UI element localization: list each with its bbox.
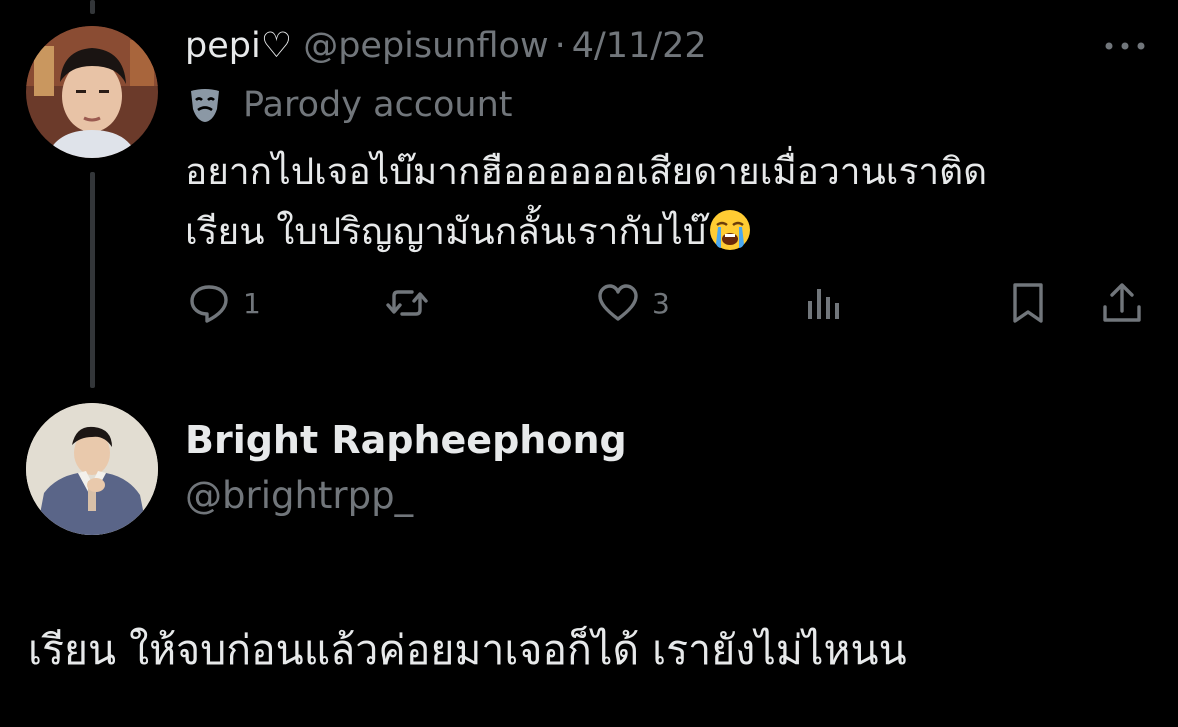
- more-horizontal-icon: [1105, 42, 1145, 50]
- account-label-text: Parody account: [243, 85, 513, 125]
- like-button[interactable]: 3: [596, 280, 670, 326]
- views-button[interactable]: [802, 280, 858, 326]
- share-icon: [1103, 283, 1141, 322]
- thread-line-top: [90, 0, 95, 14]
- more-button[interactable]: [1101, 36, 1149, 56]
- tweet-actions: 1 3: [0, 280, 1178, 326]
- like-count: 3: [652, 286, 670, 320]
- tweet-date[interactable]: 4/11/22: [572, 26, 707, 66]
- reply-text: เรียน ให้จบก่อนแล้วค่อยมาเจอก็ได้ เรายัง…: [28, 626, 907, 674]
- tweet-text-line-1: อยากไปเจอไบ๊มากฮืออออออเสียดายเมื่อวานเร…: [185, 150, 988, 193]
- reply-handle[interactable]: @brightrpp_: [185, 474, 413, 517]
- share-button[interactable]: [1100, 280, 1144, 326]
- bookmark-button[interactable]: [1006, 280, 1050, 326]
- bookmark-icon: [1013, 283, 1043, 323]
- heart-icon: [598, 284, 638, 321]
- theater-mask-icon: [191, 89, 219, 122]
- tweet-header: pepi♡ @pepisunflow · 4/11/22: [185, 22, 707, 70]
- reply-avatar[interactable]: [26, 403, 158, 535]
- avatar[interactable]: [26, 26, 158, 158]
- tweet-text: อยากไปเจอไบ๊มากฮืออออออเสียดายเมื่อวานเร…: [185, 142, 1145, 262]
- reply-display-name[interactable]: Bright Rapheephong: [185, 418, 627, 462]
- loudly-crying-face-emoji: [710, 210, 751, 250]
- separator-dot: ·: [554, 26, 566, 66]
- reply-count: 1: [243, 286, 261, 320]
- tweet-text-line-2: เรียน ใบปริญญามันกลั้นเรากับไบ๊: [185, 210, 707, 253]
- retweet-icon: [386, 290, 428, 316]
- display-name[interactable]: pepi♡: [185, 26, 292, 66]
- reply-button[interactable]: 1: [187, 280, 261, 326]
- account-label: Parody account: [185, 82, 513, 128]
- retweet-button[interactable]: [385, 280, 441, 326]
- reply-icon: [190, 285, 228, 323]
- handle[interactable]: @pepisunflow: [303, 26, 548, 66]
- views-icon: [808, 289, 839, 319]
